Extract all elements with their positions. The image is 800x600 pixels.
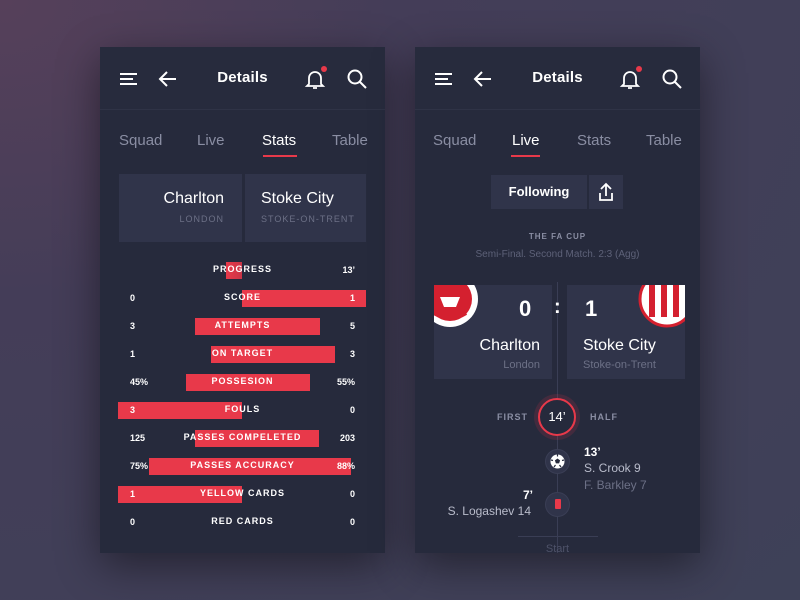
away-team-city: STOKE-ON-TRENT [261, 214, 355, 224]
current-minute: 14’ [538, 398, 576, 436]
stat-row: PASSES ACCURACY 75% 88% [100, 458, 385, 475]
goal-event-marker [545, 449, 570, 474]
stat-value-away: 13’ [342, 265, 355, 275]
stat-value-home: 3 [130, 405, 136, 415]
event-assist: F. Barkley 7 [584, 478, 647, 492]
notification-dot [636, 66, 642, 72]
stat-row: SCORE 0 1 [100, 290, 385, 307]
stat-value-home: 75% [130, 461, 149, 471]
stat-row: YELLOW CARDS 1 0 [100, 486, 385, 503]
stat-label: SCORE [223, 292, 261, 302]
stat-value-home: 3 [130, 321, 136, 331]
home-team-name: Charlton [479, 337, 540, 354]
top-bar: Details [100, 47, 385, 110]
score-separator: : [554, 296, 561, 318]
tab-table[interactable]: Table [332, 132, 368, 149]
page-title: Details [217, 69, 268, 86]
home-team-city: LONDON [179, 214, 224, 224]
event-minute: 13’ [584, 445, 601, 459]
start-label: Start [545, 543, 570, 553]
tab-bar: Squad Live Stats Table [415, 110, 700, 164]
stat-value-away: 55% [336, 377, 355, 387]
active-tab-indicator [511, 155, 540, 157]
stat-label: ATTEMPTS [214, 320, 271, 330]
away-score: 1 [585, 296, 598, 321]
notification-dot [321, 66, 327, 72]
half-label-second: HALF [590, 412, 618, 422]
share-button[interactable] [589, 175, 623, 209]
event-minute: 7’ [522, 488, 533, 502]
away-team-name: Stoke City [583, 337, 656, 354]
stats-screen: Details Squad Live Stats Table Charlton … [100, 47, 385, 553]
tab-live[interactable]: Live [512, 132, 540, 149]
stat-value-home: 0 [130, 293, 136, 303]
event-scorer: S. Crook 9 [584, 461, 641, 475]
event-player: S. Logashev 14 [447, 504, 531, 518]
competition-name: THE FA CUP [528, 232, 587, 241]
half-label-first: FIRST [497, 412, 528, 422]
page-title: Details [532, 69, 583, 86]
home-team-name: Charlton [163, 190, 224, 207]
search-icon[interactable] [660, 67, 684, 91]
card-event-marker [545, 492, 570, 517]
stat-value-away: 1 [349, 293, 355, 303]
stat-row: POSSESION 45% 55% [100, 374, 385, 391]
stat-value-home: 1 [130, 489, 136, 499]
stat-row: ATTEMPTS 3 5 [100, 318, 385, 335]
stat-row: PROGRESS 13’ [100, 262, 385, 279]
home-team-city: London [503, 359, 540, 371]
stat-value-away: 0 [349, 405, 355, 415]
share-icon [599, 182, 613, 201]
red-card-icon [555, 499, 561, 509]
stat-row: RED CARDS 0 0 [100, 514, 385, 531]
active-tab-indicator [263, 155, 297, 157]
search-icon[interactable] [345, 67, 369, 91]
tab-stats[interactable]: Stats [577, 132, 611, 149]
start-divider [518, 536, 598, 537]
live-screen: Details Squad Live Stats Table Following… [415, 47, 700, 553]
following-button[interactable]: Following [491, 175, 587, 209]
top-bar: Details [415, 47, 700, 110]
stat-value-away: 5 [349, 321, 355, 331]
stat-row: FOULS 3 0 [100, 402, 385, 419]
stat-value-home: 45% [130, 377, 149, 387]
stat-value-away: 88% [336, 461, 355, 471]
away-team-city: Stoke-on-Trent [583, 359, 656, 371]
stat-value-away: 203 [339, 433, 355, 443]
stat-row: PASSES COMPELETED 125 203 [100, 430, 385, 447]
home-team-card: Charlton LONDON [119, 174, 242, 242]
home-team-card: Charlton London [434, 285, 552, 379]
stoke-crest-icon [638, 285, 685, 328]
home-score: 0 [519, 296, 532, 321]
stat-label: YELLOW CARDS [200, 488, 285, 498]
tab-live[interactable]: Live [197, 132, 225, 149]
stat-value-away: 0 [349, 489, 355, 499]
away-team-name: Stoke City [261, 190, 334, 207]
stat-value-home: 125 [130, 433, 146, 443]
stat-label: FOULS [224, 404, 261, 414]
stat-row: ON TARGET 1 3 [100, 346, 385, 363]
away-team-card: Stoke City STOKE-ON-TRENT [245, 174, 366, 242]
stat-value-home: 1 [130, 349, 136, 359]
stat-value-away: 0 [349, 517, 355, 527]
stat-value-away: 3 [349, 349, 355, 359]
tab-table[interactable]: Table [646, 132, 682, 149]
football-icon [550, 454, 565, 469]
stat-label: RED CARDS [211, 516, 274, 526]
stat-value-home: 0 [130, 517, 136, 527]
charlton-crest-icon [434, 285, 478, 327]
stat-label: ON TARGET [211, 348, 274, 358]
tab-bar: Squad Live Stats Table [100, 110, 385, 164]
tab-squad[interactable]: Squad [433, 132, 476, 149]
tab-squad[interactable]: Squad [119, 132, 162, 149]
tab-stats[interactable]: Stats [262, 132, 296, 149]
competition-details: Semi-Final. Second Match. 2:3 (Agg) [475, 249, 640, 260]
